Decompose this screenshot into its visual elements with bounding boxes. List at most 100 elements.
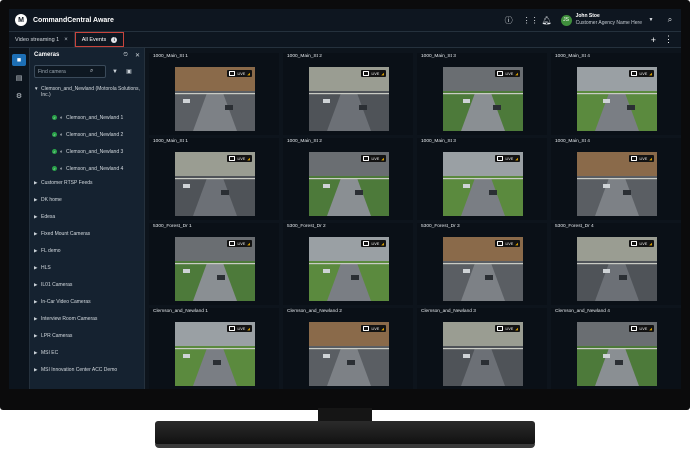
record-icon (497, 71, 504, 76)
camera-feed: LIVE ◢ (175, 237, 255, 301)
camera-feed: LIVE ◢ (443, 322, 523, 386)
cameras-panel: Cameras ⏲ ✕ ⌕ ▼ ▣ ▼ Clemson_and_Newland … (30, 48, 148, 389)
history-icon[interactable]: ⏲ (123, 52, 128, 59)
tile-title: 1000_Main_St 4 (555, 54, 590, 59)
tree-camera-item[interactable]: ✓ ◐ Clemson_and_Newland 2 (30, 126, 144, 143)
live-badge: LIVE ◢ (361, 325, 386, 332)
record-icon (229, 326, 236, 331)
record-icon (497, 156, 504, 161)
video-tile[interactable]: Clemson_and_Newland 3 LIVE ◢ (417, 308, 547, 389)
video-tile[interactable]: 5300_Forest_Dr 3 LIVE ◢ (417, 223, 547, 305)
close-icon[interactable]: ✕ (135, 52, 140, 59)
tree-group-root[interactable]: ▼ Clemson_and_Newland (Motorola Solution… (30, 86, 144, 109)
user-name: John Stoe (575, 13, 600, 19)
video-tile[interactable]: Clemson_and_Newland 4 LIVE ◢ (551, 308, 681, 389)
live-label: LIVE (371, 326, 380, 331)
tree-group-item[interactable]: ▶ DK home (30, 197, 144, 214)
online-status-icon: ✓ (52, 149, 57, 154)
app-title: CommandCentral Aware (33, 16, 114, 24)
camera-feed: LIVE ◢ (577, 152, 657, 216)
close-icon[interactable]: × (64, 37, 68, 43)
record-icon (229, 156, 236, 161)
tree-group-item[interactable]: ▶ HLS (30, 265, 144, 282)
signal-strength-icon: ◢ (649, 156, 652, 161)
video-tile[interactable]: 1000_Main_St 2 LIVE ◢ (283, 53, 413, 135)
video-tile[interactable]: Clemson_and_Newland 2 LIVE ◢ (283, 308, 413, 389)
record-icon (363, 71, 370, 76)
chevron-right-icon: ▶ (34, 367, 38, 372)
camera-feed: LIVE ◢ (443, 152, 523, 216)
camera-icon: ◐ (60, 131, 64, 138)
live-label: LIVE (639, 71, 648, 76)
chevron-right-icon: ▶ (34, 350, 38, 355)
live-label: LIVE (237, 71, 246, 76)
camera-list-icon[interactable]: ▣ (124, 68, 134, 75)
live-badge: LIVE ◢ (629, 240, 654, 247)
video-tile[interactable]: 1000_Main_St 1 LIVE ◢ (149, 138, 279, 220)
apps-grid-icon[interactable]: ⋮⋮ (523, 16, 539, 25)
live-label: LIVE (237, 326, 246, 331)
tree-group-item[interactable]: ▶ IL01 Cameras (30, 282, 144, 299)
video-tile[interactable]: 1000_Main_St 4 LIVE ◢ (551, 138, 681, 220)
tile-title: Clemson_and_Newland 3 (421, 309, 476, 314)
signal-strength-icon: ◢ (515, 71, 518, 76)
video-tile[interactable]: 1000_Main_St 1 LIVE ◢ (149, 53, 279, 135)
bell-icon[interactable]: 🔔︎ (542, 16, 552, 25)
avatar: JS (560, 14, 572, 26)
video-tile[interactable]: 5300_Forest_Dr 1 LIVE ◢ (149, 223, 279, 305)
tree-group-item[interactable]: ▶ MSI Innovation Center ACC Demo (30, 367, 144, 384)
tree-group-item[interactable]: ▶ Fixed Mount Cameras (30, 231, 144, 248)
tree-group-label: FL demo (41, 248, 61, 254)
live-label: LIVE (505, 156, 514, 161)
tree-group-item[interactable]: ▶ FL demo (30, 248, 144, 265)
tab-video-streaming[interactable]: Video streaming 1 × (9, 32, 75, 47)
video-camera-icon[interactable]: ■ (12, 54, 26, 66)
more-options-icon[interactable]: ⋮ (664, 34, 673, 45)
tree-group-label: Interview Room Cameras (41, 316, 98, 322)
tree-group-item[interactable]: ▶ MSI EC (30, 350, 144, 367)
camera-label: Clemson_and_Newland 3 (66, 148, 124, 155)
chevron-right-icon: ▶ (34, 231, 38, 236)
video-tile[interactable]: 5300_Forest_Dr 2 LIVE ◢ (283, 223, 413, 305)
chevron-down-icon: ▼ (34, 86, 39, 91)
user-menu[interactable]: JS John Stoe Customer Agency Name Here ▼ (560, 13, 656, 27)
tree-group-item[interactable]: ▶ Edesa (30, 214, 144, 231)
video-tile[interactable]: 1000_Main_St 3 LIVE ◢ (417, 138, 547, 220)
add-tab-button[interactable]: + (651, 35, 656, 45)
video-tile[interactable]: 1000_Main_St 2 LIVE ◢ (283, 138, 413, 220)
video-tile[interactable]: 1000_Main_St 3 LIVE ◢ (417, 53, 547, 135)
tree-group-label: Fixed Mount Cameras (41, 231, 91, 237)
live-badge: LIVE ◢ (361, 155, 386, 162)
search-icon[interactable]: ⌕ (90, 68, 93, 75)
live-label: LIVE (371, 71, 380, 76)
info-icon[interactable]: ⓘ (504, 15, 514, 26)
tree-camera-item[interactable]: ✓ ◐ Clemson_and_Newland 4 (30, 160, 144, 177)
camera-feed: LIVE ◢ (577, 67, 657, 131)
tree-camera-item[interactable]: ✓ ◐ Clemson_and_Newland 1 (30, 109, 144, 126)
tree-group-item[interactable]: ▶ Interview Room Cameras (30, 316, 144, 333)
tree-group-item[interactable]: ▶ LPR Cameras (30, 333, 144, 350)
video-tile[interactable]: 5300_Forest_Dr 4 LIVE ◢ (551, 223, 681, 305)
info-icon[interactable]: i (111, 36, 118, 43)
tree-group-label: IL01 Cameras (41, 282, 73, 288)
tree-camera-item[interactable]: ✓ ◐ Clemson_and_Newland 3 (30, 143, 144, 160)
chevron-right-icon: ▶ (34, 333, 38, 338)
tree-group-label: Clemson_and_Newland (Motorola Solutions,… (41, 86, 140, 98)
tab-all-events[interactable]: All Events i (74, 32, 125, 47)
tile-title: 1000_Main_St 1 (153, 139, 188, 144)
online-status-icon: ✓ (52, 132, 57, 137)
video-tile[interactable]: 1000_Main_St 4 LIVE ◢ (551, 53, 681, 135)
cards-icon[interactable]: ▤ (12, 72, 26, 84)
signal-strength-icon: ◢ (381, 241, 384, 246)
tree-group-item[interactable]: ▶ In-Car Video Cameras (30, 299, 144, 316)
filter-icon[interactable]: ▼ (110, 69, 120, 75)
search-icon[interactable]: ⌕ (665, 15, 675, 25)
tree-group-item[interactable]: ▶ Customer RTSP Feeds (30, 180, 144, 197)
tile-title: 1000_Main_St 2 (287, 54, 322, 59)
tree-group-label: LPR Cameras (41, 333, 73, 339)
monitor-bezel: M CommandCentral Aware ⓘ ⋮⋮ 🔔︎ JS John S… (0, 0, 690, 410)
video-tile[interactable]: Clemson_and_Newland 1 LIVE ◢ (149, 308, 279, 389)
search-input[interactable] (38, 68, 90, 75)
settings-icon[interactable]: ⚙ (12, 90, 26, 102)
record-icon (229, 71, 236, 76)
